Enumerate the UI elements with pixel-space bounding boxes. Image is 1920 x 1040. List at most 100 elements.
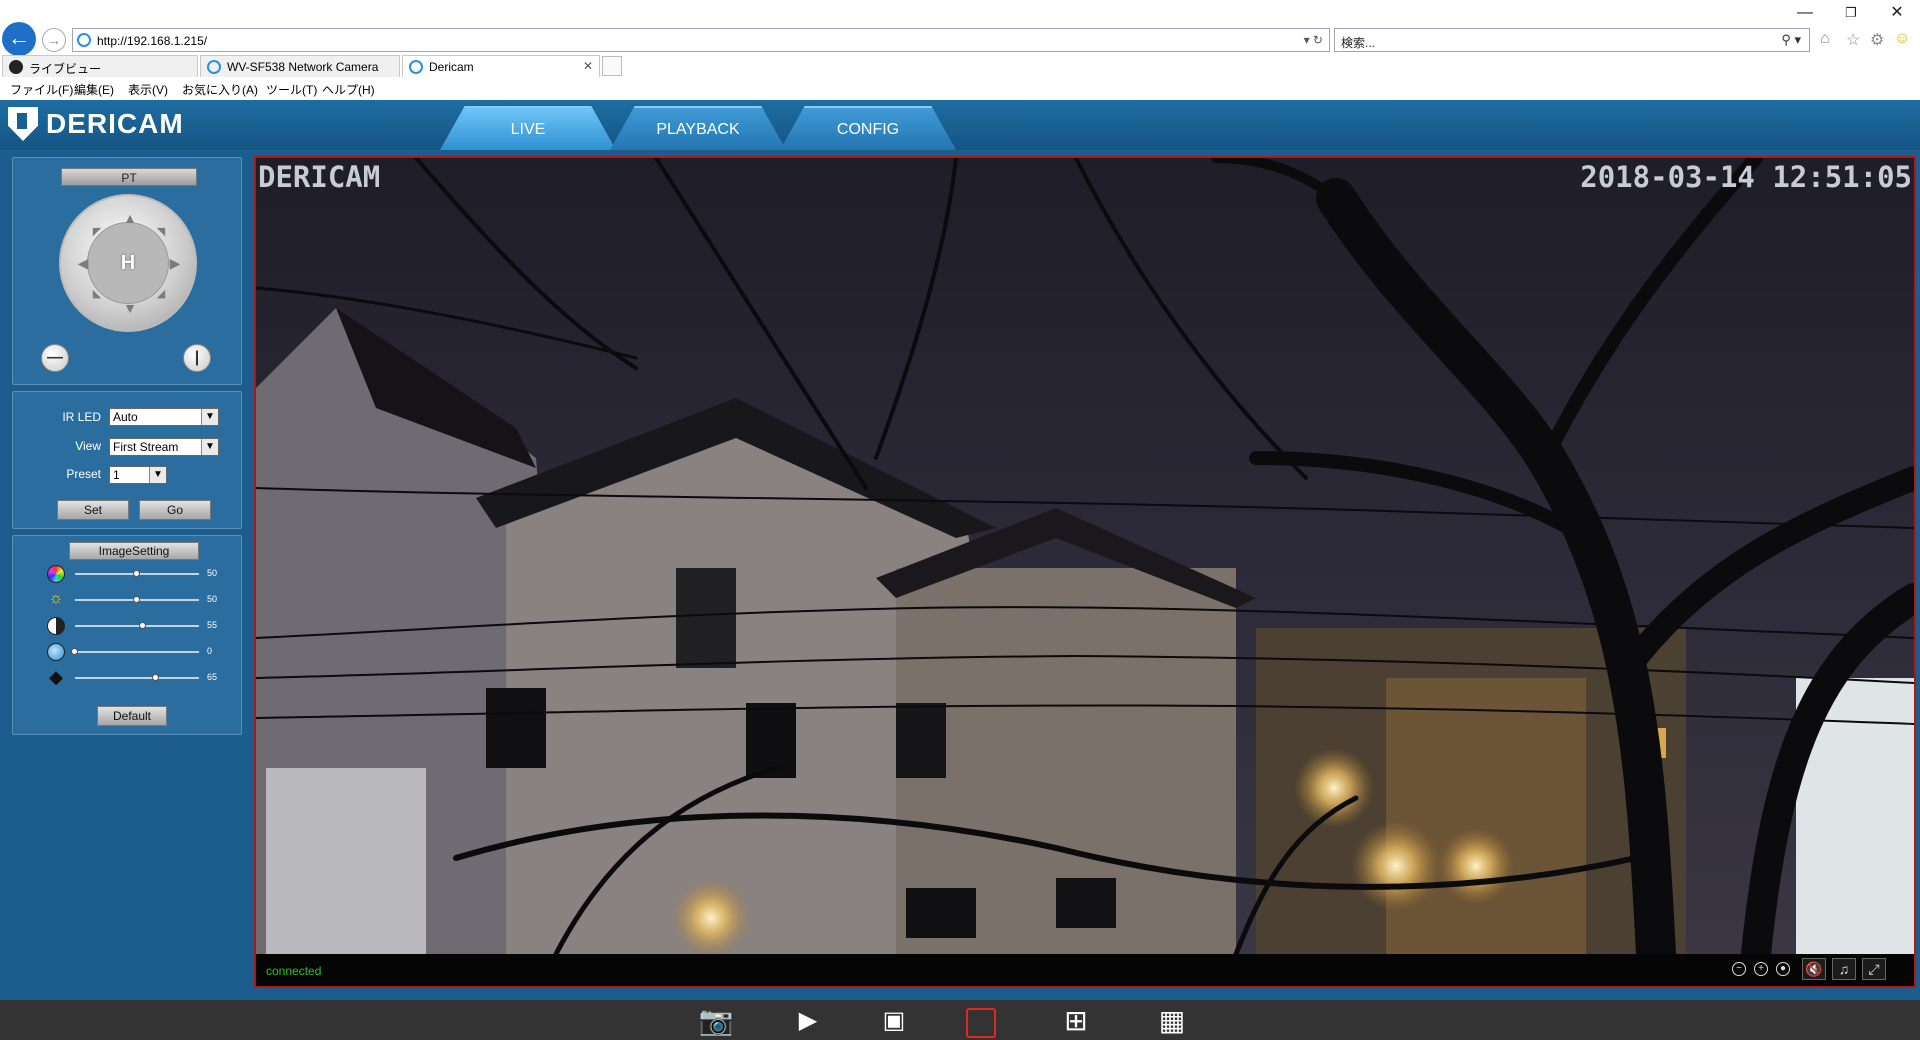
search-icon[interactable]: ⚲ ▾ bbox=[1781, 32, 1801, 48]
pt-panel: PT ▲ ▼ ◀ ▶ ◤ ◥ ◣ ◢ H — | bbox=[12, 157, 242, 385]
osd-timestamp: 2018-03-14 12:51:05 bbox=[1580, 160, 1912, 194]
sharpness-icon: ◆ bbox=[49, 667, 63, 687]
address-url: http://192.168.1.215/ bbox=[97, 34, 208, 48]
refresh-icon[interactable]: ▾ ↻ bbox=[1304, 33, 1323, 47]
snapshot-camera-icon[interactable]: 📷 bbox=[696, 1006, 736, 1036]
brightness-slider-row: ☼ 50 bbox=[47, 590, 227, 610]
slider-knob[interactable] bbox=[139, 622, 147, 629]
speaker-mute-icon[interactable]: 🔇 bbox=[1802, 958, 1826, 980]
slider-knob[interactable] bbox=[151, 674, 159, 681]
slider-knob[interactable] bbox=[71, 648, 78, 655]
tab-playback[interactable]: PLAYBACK bbox=[610, 106, 786, 150]
tab-close-icon[interactable]: ✕ bbox=[583, 59, 593, 73]
settings-gear-icon[interactable]: ⚙ bbox=[1870, 30, 1884, 50]
pan-up-left-icon[interactable]: ◤ bbox=[89, 224, 105, 240]
view-value: First Stream bbox=[113, 440, 179, 454]
brightness-value: 50 bbox=[207, 594, 218, 604]
video-zoom-out-icon[interactable]: − bbox=[1732, 962, 1746, 976]
preset-select[interactable]: 1 ▼ bbox=[109, 466, 167, 484]
contrast-slider[interactable] bbox=[75, 625, 199, 627]
chevron-down-icon[interactable]: ▼ bbox=[149, 467, 166, 483]
view-label: View bbox=[75, 439, 101, 453]
close-icon[interactable]: ✕ bbox=[1874, 0, 1920, 26]
osd-camera-name: DERICAM bbox=[258, 160, 381, 194]
video-fit-icon[interactable]: ● bbox=[1776, 962, 1790, 976]
pan-down-right-icon[interactable]: ◢ bbox=[153, 286, 169, 302]
address-bar[interactable]: http://192.168.1.215/ ▾ ↻ bbox=[72, 28, 1330, 52]
night-street-scene-image bbox=[256, 158, 1914, 954]
tab-live[interactable]: LIVE bbox=[440, 106, 616, 150]
record-video-icon[interactable]: ▶ bbox=[788, 1006, 828, 1036]
image-setting-panel: ImageSetting 50 ☼ 50 55 0 ◆ 65 Default bbox=[12, 535, 242, 735]
ir-led-label: IR LED bbox=[62, 410, 101, 424]
menu-help[interactable]: ヘルプ(H) bbox=[322, 81, 375, 98]
preset-set-button[interactable]: Set bbox=[57, 500, 129, 520]
pan-up-right-icon[interactable]: ◥ bbox=[153, 224, 169, 240]
ptz-joystick: ▲ ▼ ◀ ▶ ◤ ◥ ◣ ◢ H bbox=[59, 194, 197, 332]
hue-slider[interactable] bbox=[75, 651, 199, 653]
chevron-down-icon[interactable]: ▼ bbox=[201, 439, 218, 455]
sd-card-icon[interactable]: ▣ bbox=[874, 1006, 914, 1036]
dericam-logo: DERICAM bbox=[8, 106, 184, 142]
minimize-icon[interactable]: — bbox=[1782, 0, 1828, 26]
browser-tab-strip: ライブビュー WV-SF538 Network Camera Dericam ✕ bbox=[0, 55, 1920, 77]
ie-page-icon bbox=[77, 33, 91, 47]
live-video-panel[interactable]: DERICAM 2018-03-14 12:51:05 connected − … bbox=[254, 156, 1916, 988]
hue-slider-row: 0 bbox=[47, 642, 227, 662]
chevron-down-icon[interactable]: ▼ bbox=[201, 409, 218, 425]
favorites-star-icon[interactable]: ☆ bbox=[1846, 30, 1860, 50]
browser-tab-label: ライブビュー bbox=[29, 62, 102, 76]
sharpness-slider[interactable] bbox=[75, 677, 199, 679]
pan-left-icon[interactable]: ◀ bbox=[75, 255, 91, 271]
single-view-layout-icon[interactable] bbox=[966, 1008, 996, 1038]
new-tab-button[interactable] bbox=[602, 56, 622, 76]
preset-go-button[interactable]: Go bbox=[139, 500, 211, 520]
pan-down-left-icon[interactable]: ◣ bbox=[89, 286, 105, 302]
slider-knob[interactable] bbox=[133, 596, 140, 603]
home-icon[interactable]: ⌂ bbox=[1820, 30, 1830, 48]
fullscreen-icon[interactable]: ⤢ bbox=[1862, 958, 1886, 980]
image-setting-title: ImageSetting bbox=[69, 542, 199, 560]
pan-down-icon[interactable]: ▼ bbox=[122, 300, 138, 316]
menu-favorites[interactable]: お気に入り(A) bbox=[182, 81, 258, 98]
contrast-slider-row: 55 bbox=[47, 616, 227, 636]
quad-view-layout-icon[interactable]: ⊞ bbox=[1056, 1006, 1096, 1036]
contrast-icon bbox=[47, 617, 65, 635]
saturation-value: 50 bbox=[207, 568, 218, 578]
ir-led-select[interactable]: Auto ▼ bbox=[109, 408, 219, 426]
microphone-off-icon[interactable]: ♫ bbox=[1832, 958, 1856, 980]
sharpness-slider-row: ◆ 65 bbox=[47, 668, 227, 688]
ir-led-value: Auto bbox=[113, 410, 138, 424]
pan-up-icon[interactable]: ▲ bbox=[122, 210, 138, 226]
menu-file[interactable]: ファイル(F) bbox=[10, 81, 73, 98]
tab-config[interactable]: CONFIG bbox=[780, 106, 956, 150]
zoom-in-icon[interactable]: | bbox=[183, 344, 211, 372]
browser-tab-dericam[interactable]: Dericam ✕ bbox=[402, 55, 600, 77]
back-button[interactable]: ← bbox=[2, 22, 36, 56]
hue-value: 0 bbox=[207, 646, 213, 656]
menu-edit[interactable]: 編集(E) bbox=[74, 81, 114, 98]
forward-button[interactable]: → bbox=[42, 28, 66, 52]
video-zoom-in-icon[interactable]: + bbox=[1754, 962, 1768, 976]
image-default-button[interactable]: Default bbox=[97, 706, 167, 726]
zoom-out-icon[interactable]: — bbox=[41, 344, 69, 372]
browser-tab-liveview[interactable]: ライブビュー bbox=[2, 55, 198, 77]
sharpness-value: 65 bbox=[207, 672, 218, 682]
app-header: DERICAM LIVE PLAYBACK CONFIG bbox=[0, 100, 1920, 150]
search-box[interactable]: 検索... ⚲ ▾ bbox=[1334, 28, 1810, 52]
preset-value: 1 bbox=[113, 468, 120, 482]
menu-view[interactable]: 表示(V) bbox=[128, 81, 168, 98]
browser-tab-label: WV-SF538 Network Camera bbox=[227, 60, 379, 74]
connection-status: connected bbox=[266, 964, 322, 978]
view-select[interactable]: First Stream ▼ bbox=[109, 438, 219, 456]
restore-icon[interactable]: ❐ bbox=[1828, 0, 1874, 26]
slider-knob[interactable] bbox=[133, 570, 140, 577]
hue-icon bbox=[47, 643, 65, 661]
browser-tab-wv-sf538[interactable]: WV-SF538 Network Camera bbox=[200, 55, 400, 77]
pan-right-icon[interactable]: ▶ bbox=[167, 255, 183, 271]
smiley-feedback-icon[interactable]: ☺ bbox=[1894, 30, 1910, 48]
nine-view-layout-icon[interactable]: ▦ bbox=[1152, 1006, 1192, 1036]
menu-tools[interactable]: ツール(T) bbox=[266, 81, 317, 98]
ptz-home-button[interactable]: H bbox=[115, 250, 141, 276]
browser-chrome: ← → http://192.168.1.215/ ▾ ↻ 検索... ⚲ ▾ … bbox=[0, 0, 1920, 100]
